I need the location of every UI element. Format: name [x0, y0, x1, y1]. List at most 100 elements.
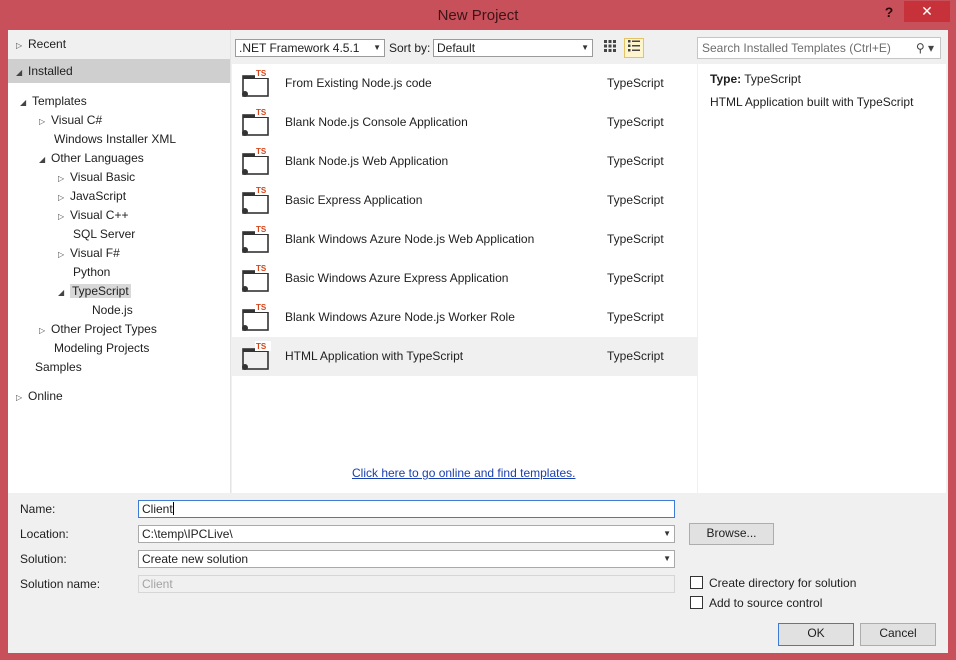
typescript-project-icon: TS	[241, 224, 271, 254]
template-tree: ▷ Recent ◢ Installed ◢ Templates ▷ Visual C#…	[8, 30, 231, 493]
create-directory-checkbox[interactable]: Create directory for solution	[690, 576, 856, 590]
tree-item-visual-fsharp[interactable]: ▷ Visual F#	[58, 244, 120, 263]
typescript-project-icon: TS	[241, 68, 271, 98]
template-language: TypeScript	[607, 232, 664, 246]
expand-arrow-icon[interactable]: ▷	[39, 112, 51, 131]
tree-label: Visual C++	[70, 208, 129, 222]
cancel-button[interactable]: Cancel	[860, 623, 936, 646]
sort-select[interactable]: Default ▼	[433, 39, 593, 57]
template-item[interactable]: TS Blank Windows Azure Node.js Web Applic…	[232, 220, 697, 259]
expand-arrow-icon[interactable]: ▷	[16, 36, 28, 55]
tree-item-other-project-types[interactable]: ▷ Other Project Types	[39, 320, 157, 339]
collapse-arrow-icon[interactable]: ◢	[16, 61, 28, 85]
browse-button[interactable]: Browse...	[689, 523, 774, 545]
tree-item-other-languages[interactable]: ◢ Other Languages	[39, 149, 144, 168]
template-language: TypeScript	[607, 154, 664, 168]
tree-item-python[interactable]: Python	[73, 263, 110, 282]
template-item[interactable]: TS Basic Express Application TypeScript	[232, 181, 697, 220]
collapse-arrow-icon[interactable]: ◢	[20, 93, 32, 112]
tree-item-templates[interactable]: ◢ Templates	[20, 92, 87, 111]
tree-label: Online	[28, 389, 63, 403]
tree-item-windows-installer-xml[interactable]: Windows Installer XML	[54, 130, 176, 149]
chevron-down-icon[interactable]: ▼	[663, 526, 671, 542]
framework-select-value: .NET Framework 4.5.1	[239, 41, 360, 55]
location-label: Location:	[20, 527, 69, 541]
framework-select[interactable]: .NET Framework 4.5.1 ▼	[235, 39, 385, 57]
help-button[interactable]: ?	[880, 4, 898, 22]
template-item[interactable]: TS Blank Node.js Console Application TypeS…	[232, 103, 697, 142]
typescript-project-icon: TS	[241, 185, 271, 215]
tree-label: Node.js	[92, 303, 133, 317]
solution-select[interactable]: Create new solution ▼	[138, 550, 675, 568]
detail-type-value: TypeScript	[744, 72, 801, 86]
template-item[interactable]: TS HTML Application with TypeScript TypeSc…	[232, 337, 697, 376]
tree-item-typescript[interactable]: ◢ TypeScript	[58, 282, 131, 301]
tree-label: Samples	[35, 360, 82, 374]
tree-label: JavaScript	[70, 189, 127, 203]
add-source-control-checkbox[interactable]: Add to source control	[690, 596, 822, 610]
template-item[interactable]: TS Blank Node.js Web Application TypeScrip…	[232, 142, 697, 181]
solution-name-input[interactable]: Client	[138, 575, 675, 593]
expand-arrow-icon[interactable]: ▷	[39, 321, 51, 340]
tree-item-visual-csharp[interactable]: ▷ Visual C#	[39, 111, 102, 130]
typescript-project-icon: TS	[241, 263, 271, 293]
location-combo-value: C:\temp\IPCLive\	[142, 527, 233, 541]
template-item[interactable]: TS From Existing Node.js code TypeScript	[232, 64, 697, 103]
template-language: TypeScript	[607, 349, 664, 363]
solution-name-input-value: Client	[142, 577, 173, 591]
tree-item-samples[interactable]: Samples	[35, 358, 82, 377]
typescript-project-icon: TS	[241, 341, 271, 371]
tree-item-visual-cpp[interactable]: ▷ Visual C++	[58, 206, 128, 225]
name-input[interactable]: Client	[138, 500, 675, 518]
window-title: New Project	[437, 7, 519, 24]
list-view-icon	[628, 40, 640, 52]
template-language: TypeScript	[607, 115, 664, 129]
svg-text:TS: TS	[256, 225, 267, 234]
tree-item-nodejs[interactable]: Node.js	[92, 301, 133, 320]
tree-item-javascript[interactable]: ▷ JavaScript	[58, 187, 126, 206]
template-details-pane: Type: TypeScript HTML Application built …	[698, 64, 946, 493]
expand-arrow-icon[interactable]: ▷	[16, 388, 28, 407]
tree-label: Visual C#	[51, 113, 103, 127]
svg-text:TS: TS	[256, 69, 267, 78]
tree-item-sql-server[interactable]: SQL Server	[73, 225, 135, 244]
tree-label: SQL Server	[73, 227, 136, 241]
search-icon[interactable]: ⚲ ▾	[916, 38, 934, 58]
tree-item-installed[interactable]: ◢ Installed	[8, 59, 230, 83]
expand-arrow-icon[interactable]: ▷	[58, 245, 70, 264]
chevron-down-icon[interactable]: ▼	[663, 551, 671, 567]
template-item[interactable]: TS Basic Windows Azure Express Applicatio…	[232, 259, 697, 298]
detail-type-label: Type:	[710, 72, 742, 86]
tree-item-recent[interactable]: ▷ Recent	[16, 35, 66, 54]
tree-item-modeling-projects[interactable]: Modeling Projects	[54, 339, 149, 358]
tree-item-visual-basic[interactable]: ▷ Visual Basic	[58, 168, 135, 187]
tree-label: Modeling Projects	[54, 341, 150, 355]
name-label: Name:	[20, 502, 56, 516]
expand-arrow-icon[interactable]: ▷	[58, 188, 70, 207]
tree-label: Python	[73, 265, 111, 279]
tree-label-selected: TypeScript	[70, 284, 131, 298]
tree-item-online[interactable]: ▷ Online	[16, 387, 63, 406]
checkbox-box[interactable]	[690, 596, 703, 609]
name-input-value: Client	[142, 502, 173, 516]
collapse-arrow-icon[interactable]: ◢	[39, 150, 51, 169]
close-button[interactable]: ✕	[904, 1, 950, 22]
list-view-button[interactable]	[624, 38, 644, 58]
template-list: TS From Existing Node.js code TypeScript TS…	[232, 64, 697, 493]
search-installed-templates-input[interactable]: Search Installed Templates (Ctrl+E) ⚲ ▾	[697, 37, 941, 59]
expand-arrow-icon[interactable]: ▷	[58, 169, 70, 188]
svg-text:TS: TS	[256, 303, 267, 312]
svg-text:TS: TS	[256, 147, 267, 156]
checkbox-box[interactable]	[690, 576, 703, 589]
template-item[interactable]: TS Blank Windows Azure Node.js Worker Rol…	[232, 298, 697, 337]
collapse-arrow-icon[interactable]: ◢	[58, 283, 70, 302]
svg-text:TS: TS	[256, 264, 267, 273]
location-combo[interactable]: C:\temp\IPCLive\ ▼	[138, 525, 675, 543]
template-name: Blank Windows Azure Node.js Worker Role	[285, 310, 515, 324]
ok-button[interactable]: OK	[778, 623, 854, 646]
svg-text:TS: TS	[256, 342, 267, 351]
expand-arrow-icon[interactable]: ▷	[58, 207, 70, 226]
title-bar[interactable]: New Project ? ✕	[0, 0, 956, 30]
find-templates-online-link[interactable]: Click here to go online and find templat…	[352, 466, 575, 480]
small-icons-view-button[interactable]	[601, 39, 619, 57]
